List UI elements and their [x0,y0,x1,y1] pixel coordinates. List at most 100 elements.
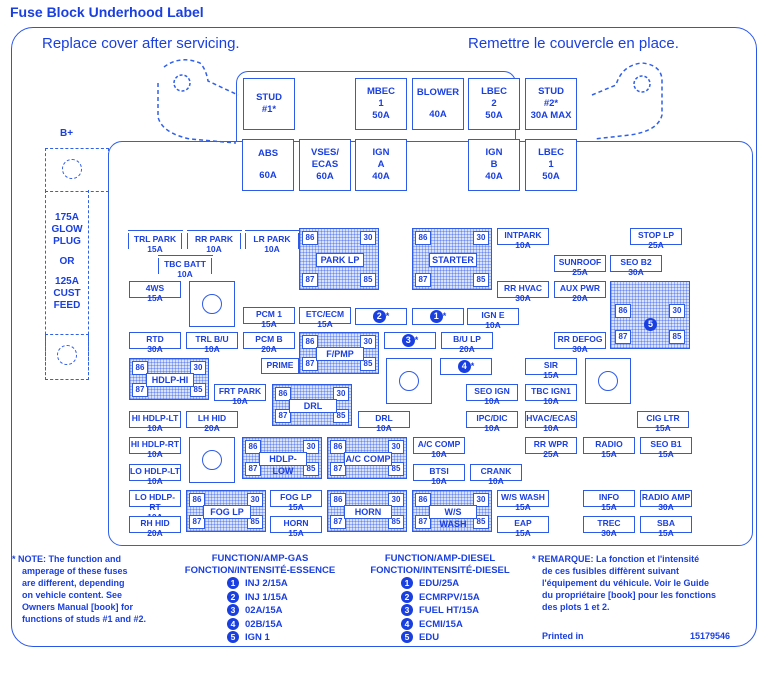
fuse-hi-hdlp-lt[interactable]: HI HDLP-LT 10A [129,411,181,433]
relay-fog-lp[interactable]: 86 30 87 85 FOG LP [186,490,266,532]
fuse-lo-hdlp-lt[interactable]: LO HDLP-LT 10A [129,464,181,486]
relay-hdlp-hi[interactable]: 86 30 87 85 HDLP-HI [129,358,209,400]
fuse-sunroof[interactable]: SUNROOF 25A [554,255,606,277]
fuse-horn-f[interactable]: HORN 15A [270,516,322,538]
relay-park-lp[interactable]: 86 30 87 85 PARK LP [299,228,379,290]
fuse-ipc-dic[interactable]: IPC/DIC 10A [466,411,518,433]
fuse-seo-b2[interactable]: SEO B2 30A [610,255,662,277]
box-line: 2 [491,98,497,109]
socket[interactable] [189,281,235,327]
relay-horn[interactable]: 86 30 87 85 HORN [327,490,407,532]
number-5-icon: 5 [401,631,413,643]
fuse-rh-hid[interactable]: RH HID 20A [129,516,181,538]
box-line: VSES/ [311,147,339,158]
fuse-ac-comp-f[interactable]: A/C COMP 10A [413,437,465,459]
relay-relay5[interactable]: 86 30 87 85 5 [610,281,690,349]
label-title: Fuse Block Underhood Label [10,4,204,20]
legend-text: 02A/15A [245,605,283,616]
socket[interactable] [189,437,235,483]
legend-diesel-items: 1 EDU/25A 2 ECMRPV/15A 3 FUEL HT/15A 4 ECMI/15A… [355,577,525,645]
fuse-tbc-ign1[interactable]: TBC IGN1 10A [525,384,577,406]
relay-f-pmp[interactable]: 86 30 87 85 F/PMP [299,332,379,374]
fuse-amperage: 20A [459,344,475,354]
fuse-bu-lp[interactable]: B/U LP 20A [441,332,493,354]
fuse-trec[interactable]: TREC 30A [583,516,635,538]
fuse-amperage: 10A [177,269,193,279]
box-line: 40A [485,171,503,182]
bplus-stud[interactable] [45,148,109,192]
note-line: * REMARQUE: La fonction et l'intensité [532,554,700,564]
fuse-amperage: 10A [485,320,501,330]
fuse-tbc-batt[interactable]: TBC BATT 10A [157,255,213,279]
fuse-lh-hid[interactable]: LH HID 20A [186,411,238,433]
ign-a-fuse[interactable]: IGN A 40A [355,139,407,191]
fuse-cig-ltr[interactable]: CIG LTR 15A [637,411,689,433]
relay-starter[interactable]: 86 30 87 85 STARTER [412,228,492,290]
fuse-trl-bu[interactable]: TRL B/U 10A [186,332,238,354]
ign-b-fuse[interactable]: IGN B 40A [468,139,520,191]
fuse-seo-ign[interactable]: SEO IGN 10A [466,384,518,406]
fuse-ws-wash-f[interactable]: W/S WASH 15A [497,490,549,512]
relay-ac-comp[interactable]: 86 30 87 85 A/C COMP [327,437,407,479]
fuse-info[interactable]: INFO 15A [583,490,635,512]
fuse-sir[interactable]: SIR 15A [525,358,577,380]
feed-line: 175A [55,212,79,223]
fuse-lr-park[interactable]: LR PARK 10A [244,230,300,254]
fuse-name: LO HDLP-RT [134,492,176,512]
fuse-rr-wpr[interactable]: RR WPR 25A [525,437,577,459]
lbec-1-fuse[interactable]: LBEC 1 50A [525,139,577,191]
fuse-frt-park[interactable]: FRT PARK 10A [214,384,266,406]
fuse-seo-b1[interactable]: SEO B1 15A [640,437,692,459]
fuse-crank[interactable]: CRANK 10A [470,464,522,486]
fuse-drl[interactable]: DRL 10A [358,411,410,433]
fuse-4ws[interactable]: 4WS 15A [129,281,181,303]
socket[interactable] [386,358,432,404]
vses-ecas-fuse[interactable]: VSES/ ECAS 60A [299,139,351,191]
blower[interactable]: BLOWER 40A [412,78,464,130]
note-line: are different, depending [22,578,125,588]
legend-item: 5 IGN 1 [227,631,355,645]
lbec-2[interactable]: LBEC 2 50A [468,78,520,130]
relay-drl[interactable]: 86 30 87 85 DRL [272,384,352,426]
box-line: ECAS [311,159,339,170]
fuse-stop-lp[interactable]: STOP LP 25A [630,228,682,250]
fuse-name: B/U LP [453,334,481,344]
fuse-etc-ecm[interactable]: ETC/ECM 15A [299,307,351,329]
fuse-hvac-ecas[interactable]: HVAC/ECAS 10A [525,411,577,433]
fuse-rtd[interactable]: RTD 30A [129,332,181,354]
numbered-fuse-2[interactable]: 2 * [355,308,407,325]
fuse-lo-hdlp-rt[interactable]: LO HDLP-RT10A [129,490,181,522]
relay-hdlp-low[interactable]: 86 30 87 85 HDLP-LOW [242,437,322,479]
fuse-sba[interactable]: SBA 15A [640,516,692,538]
stud-2[interactable]: STUD #2* 30A MAX [525,78,577,130]
mbec-1[interactable]: MBEC 1 50A [355,78,407,130]
fuse-ign-e[interactable]: IGN E 10A [467,308,519,330]
stud-1[interactable]: STUD #1* [243,78,295,130]
numbered-fuse-4[interactable]: 4 * [440,358,492,375]
fuse-radio[interactable]: RADIO 15A [583,437,635,459]
numbered-fuse-1[interactable]: 1 * [412,308,464,325]
fuse-rr-defog[interactable]: RR DEFOG 30A [554,332,606,354]
fuse-prime[interactable]: PRIME [261,358,299,374]
box-line: ABS [257,148,279,159]
box-line: 60A [316,171,334,182]
bplus-lower-stud[interactable] [45,334,89,380]
fuse-aux-pwr[interactable]: AUX PWR 20A [554,281,606,303]
fuse-fog-lp-f[interactable]: FOG LP 15A [270,490,322,512]
fuse-pcm1[interactable]: PCM 1 15A [243,307,295,329]
fuse-radio-amp[interactable]: RADIO AMP 30A [640,490,692,512]
fuse-btsi[interactable]: BTSI 10A [413,464,465,486]
fuse-name: CRANK [480,466,512,476]
bolt-hole-icon [57,345,77,365]
numbered-fuse-3[interactable]: 3 * [384,332,436,349]
abs-fuse[interactable]: ABS 60A [242,139,294,191]
fuse-eap[interactable]: EAP 15A [497,516,549,538]
relay-ws-wash[interactable]: 86 30 87 85 W/S WASH [412,490,492,532]
socket[interactable] [585,358,631,404]
fuse-intpark[interactable]: INTPARK 10A [497,228,549,250]
fuse-pcm-b[interactable]: PCM B 20A [243,332,295,354]
fuse-rr-park[interactable]: RR PARK 10A [186,230,242,254]
fuse-trl-park[interactable]: TRL PARK 15A [127,230,183,254]
fuse-rr-hvac[interactable]: RR HVAC 30A [497,281,549,303]
fuse-hi-hdlp-rt[interactable]: HI HDLP-RT 10A [129,437,181,459]
